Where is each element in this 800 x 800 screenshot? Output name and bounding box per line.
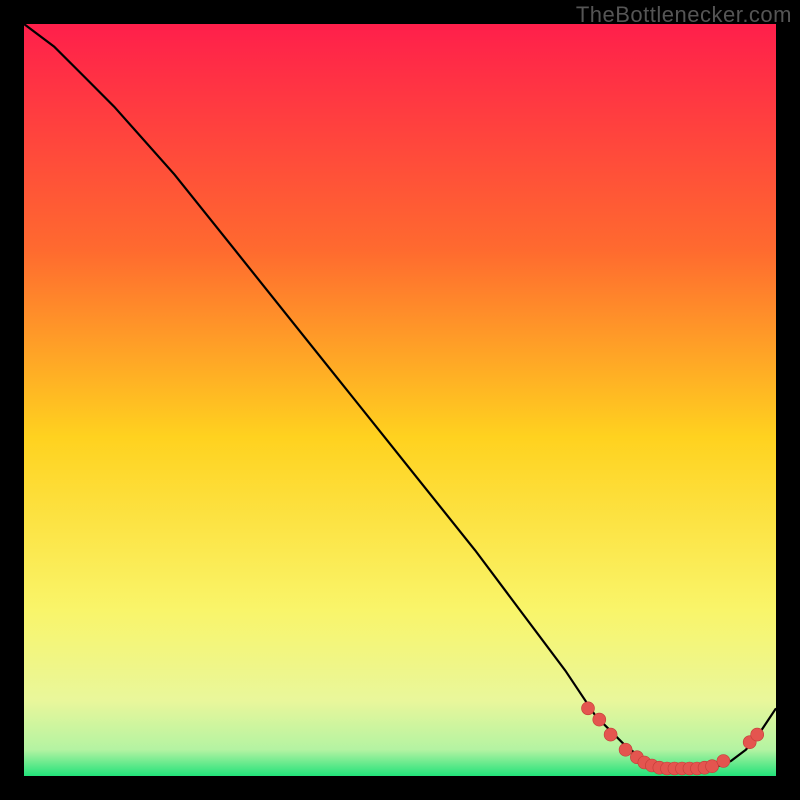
gradient-background: [24, 24, 776, 776]
watermark-label: TheBottlenecker.com: [576, 2, 792, 28]
curve-marker: [619, 743, 632, 756]
chart-frame: TheBottlenecker.com: [0, 0, 800, 800]
chart-svg: [24, 24, 776, 776]
curve-marker: [593, 713, 606, 726]
curve-marker: [751, 728, 764, 741]
curve-marker: [604, 728, 617, 741]
curve-marker: [582, 702, 595, 715]
plot-area: [24, 24, 776, 776]
curve-marker: [717, 755, 730, 768]
